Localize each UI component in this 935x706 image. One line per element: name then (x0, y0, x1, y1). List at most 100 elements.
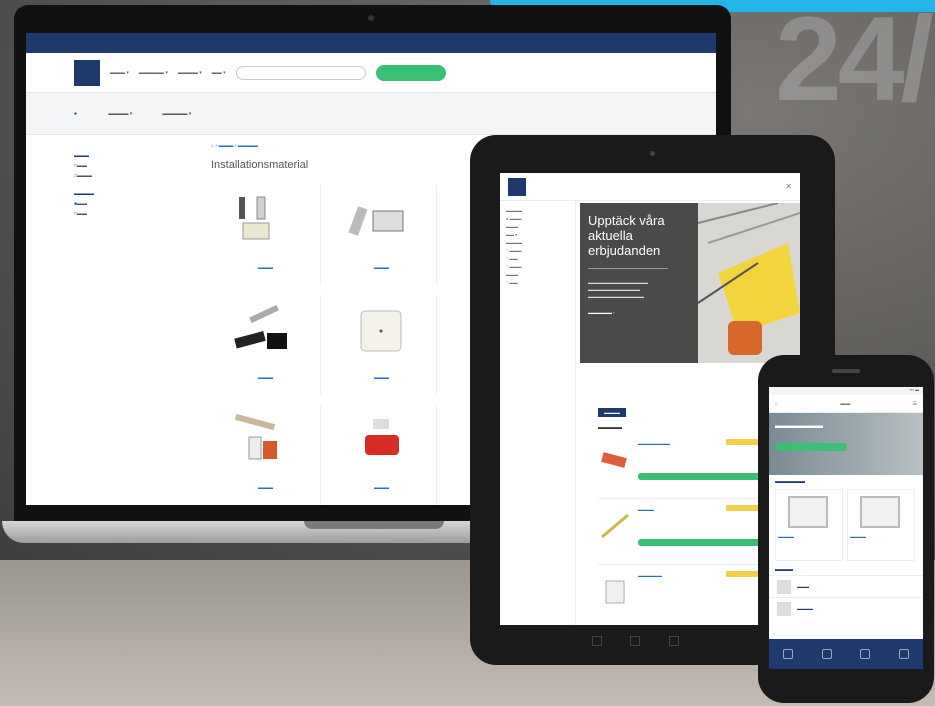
category-card[interactable]: ▬▬▬ (211, 405, 321, 505)
tab-icon[interactable] (898, 649, 909, 659)
home-icon[interactable] (630, 636, 641, 646)
search-input[interactable]: ▬▬ (840, 401, 850, 407)
sidebar-line[interactable]: ▬▬▬▬ (506, 239, 569, 247)
category-icon (777, 601, 791, 616)
phone: ▪▪▪ ▬ ⌂ ▬▬ ☰ ▬▬▬▬▬▬ ▬▬▬▬▬ ▬▬▬▬ ▬▬▬▬ ▬▬▬ … (758, 355, 934, 703)
status-bar: ▪▪▪ ▬ (769, 387, 923, 395)
sidebar-heading: ▬▬▬ (74, 153, 89, 159)
menu-item[interactable]: ▬▬ ▾ (212, 70, 226, 76)
product-title[interactable]: ▬▬▬▬▬▬ (638, 573, 662, 578)
sidebar-line[interactable]: ● ▬▬▬ (506, 215, 569, 223)
tab-icon[interactable] (821, 649, 832, 659)
phone-tab-bar (769, 639, 923, 669)
banner-title: ▬▬▬▬▬▬ (775, 421, 823, 430)
category-label[interactable]: ▬▬▬ (211, 375, 320, 381)
sidebar-checkbox[interactable]: ▬▬▬ (74, 171, 194, 181)
product-image (860, 496, 900, 528)
tab-active[interactable]: ▬▬▬▬ (598, 408, 626, 417)
sidebar-line[interactable]: ▬▬▬▬ (506, 207, 569, 215)
category-row[interactable]: ▬▬▬ (769, 575, 923, 597)
product-thumbnail (601, 452, 627, 468)
sidebar-line[interactable]: □ ▬▬ (506, 255, 569, 263)
hero-cta-link[interactable]: ▬▬▬▬▬▬ › (588, 310, 690, 315)
laptop-top-nav (26, 33, 716, 53)
category-label[interactable]: ▬▬▬▬ (797, 606, 813, 611)
sidebar-checkbox[interactable]: ▬▬ (74, 209, 194, 219)
menu-icon[interactable]: ☰ (913, 401, 917, 407)
product-name[interactable]: ▬▬▬▬ (778, 534, 842, 539)
radio-option[interactable] (74, 111, 78, 117)
category-label[interactable]: ▬▬▬ (327, 485, 436, 491)
product-image (360, 310, 402, 352)
offers-hero-banner[interactable]: Upptäck våra aktuella erbjudanden ▬▬▬▬▬▬… (580, 203, 800, 363)
laptop-camera (368, 15, 374, 21)
filter-dropdown[interactable]: ▬▬▬▬ ▾ (108, 111, 132, 117)
menu-item[interactable]: ▬▬▬▬ ▾ (178, 70, 202, 76)
top-nav-account[interactable] (664, 40, 666, 46)
tab-icon[interactable] (783, 649, 794, 659)
banner-button[interactable] (775, 443, 847, 451)
hero-title: Upptäck våra aktuella erbjudanden (588, 213, 665, 258)
phone-header: ⌂ ▬▬ ☰ (769, 395, 923, 413)
tablet-sidebar: ▬▬▬▬ ● ▬▬▬ ▬▬▬ ▬▬ ▾ ▬▬▬▬ □ ▬▬▬ □ ▬▬ □ ▬▬… (500, 201, 576, 625)
categories-heading: ▬▬▬ (775, 567, 793, 573)
product-card[interactable]: ▬▬▬▬ (775, 489, 843, 561)
hero-body: ▬▬▬▬▬▬▬▬▬▬▬▬▬▬▬ ▬▬▬▬▬▬▬▬▬▬▬▬▬ ▬▬▬▬▬▬▬▬▬▬… (588, 280, 648, 299)
category-card[interactable]: ▬▬▬ (327, 405, 437, 505)
product-row: ▬▬▬▬ ▬▬▬▬ (769, 489, 923, 561)
top-nav-link[interactable] (76, 40, 78, 46)
laptop-notch (304, 521, 444, 529)
back-icon[interactable] (592, 636, 602, 646)
close-icon[interactable]: ✕ (785, 182, 792, 191)
sidebar-heading: ▬▬▬▬ (74, 191, 94, 197)
sidebar-line[interactable]: ▬▬▬ (506, 223, 569, 231)
product-title[interactable]: ▬▬▬▬▬▬▬▬ (638, 441, 670, 446)
search-input[interactable] (235, 65, 366, 80)
product-name[interactable]: ▬▬▬▬ (850, 534, 914, 539)
sidebar-line[interactable]: □ ▬▬ (506, 279, 569, 287)
promo-banner[interactable]: ▬▬▬▬▬▬ (769, 413, 923, 475)
home-icon[interactable]: ⌂ (775, 401, 778, 407)
campaign-tag (726, 439, 762, 445)
sidebar-line[interactable]: □ ▬▬▬ (506, 247, 569, 255)
product-image (365, 419, 399, 455)
product-card[interactable]: ▬▬▬▬ (847, 489, 915, 561)
filter-dropdown[interactable]: ▬▬▬▬▬ ▾ (162, 111, 191, 117)
sidebar-checkbox[interactable]: ▬▬ (74, 199, 194, 209)
tab-icon[interactable] (860, 649, 871, 659)
product-thumbnail (605, 580, 625, 604)
sidebar-line[interactable]: ▬▬ ▾ (506, 231, 569, 239)
sidebar-line[interactable]: ▬▬▬ (506, 271, 569, 279)
product-image (239, 196, 270, 240)
sidebar-checkbox[interactable]: ▬▬ (74, 161, 194, 171)
site-logo[interactable] (74, 59, 100, 86)
category-label[interactable]: ▬▬▬ (327, 265, 436, 271)
menu-item[interactable]: ▬▬▬ ▾ (110, 70, 129, 76)
delivery-radio-group[interactable] (74, 111, 78, 117)
badge-numerals: 24/7 (775, 0, 935, 126)
tablet-header: ✕ (500, 173, 800, 201)
category-label[interactable]: ▬▬▬ (211, 265, 320, 271)
site-logo[interactable] (508, 177, 526, 196)
phone-screen: ▪▪▪ ▬ ⌂ ▬▬ ☰ ▬▬▬▬▬▬ ▬▬▬▬▬ ▬▬▬▬ ▬▬▬▬ ▬▬▬ … (769, 387, 923, 669)
laptop-sidebar: ▬▬▬ ▬▬ ▬▬▬ ▬▬▬▬ ▬▬ ▬▬ (74, 143, 194, 219)
category-label[interactable]: ▬▬▬ (211, 485, 320, 491)
category-row[interactable]: ▬▬▬▬ (769, 597, 923, 619)
category-label[interactable]: ▬▬▬ (797, 584, 809, 589)
hero-text-panel: Upptäck våra aktuella erbjudanden ▬▬▬▬▬▬… (580, 203, 698, 363)
category-card[interactable]: ▬▬▬ (327, 295, 437, 395)
category-card[interactable]: ▬▬▬ (211, 185, 321, 285)
tablet-camera (650, 151, 655, 156)
category-card[interactable]: ▬▬▬ (327, 185, 437, 285)
product-title[interactable]: ▬▬▬▬ (638, 507, 654, 512)
phone-speaker (832, 369, 860, 373)
sidebar-line[interactable]: □ ▬▬▬ (506, 263, 569, 271)
section-heading: ▬▬▬▬▬ (775, 479, 805, 485)
category-card[interactable]: ▬▬▬ (211, 295, 321, 395)
laptop-filter-bar: ▬▬▬▬ ▾ ▬▬▬▬▬ ▾ (26, 93, 716, 135)
menu-item[interactable]: ▬▬▬▬▬ ▾ (139, 70, 168, 76)
campaign-tag (726, 505, 762, 511)
recent-apps-icon[interactable] (668, 636, 679, 646)
login-button[interactable] (375, 64, 446, 81)
category-label[interactable]: ▬▬▬ (327, 375, 436, 381)
